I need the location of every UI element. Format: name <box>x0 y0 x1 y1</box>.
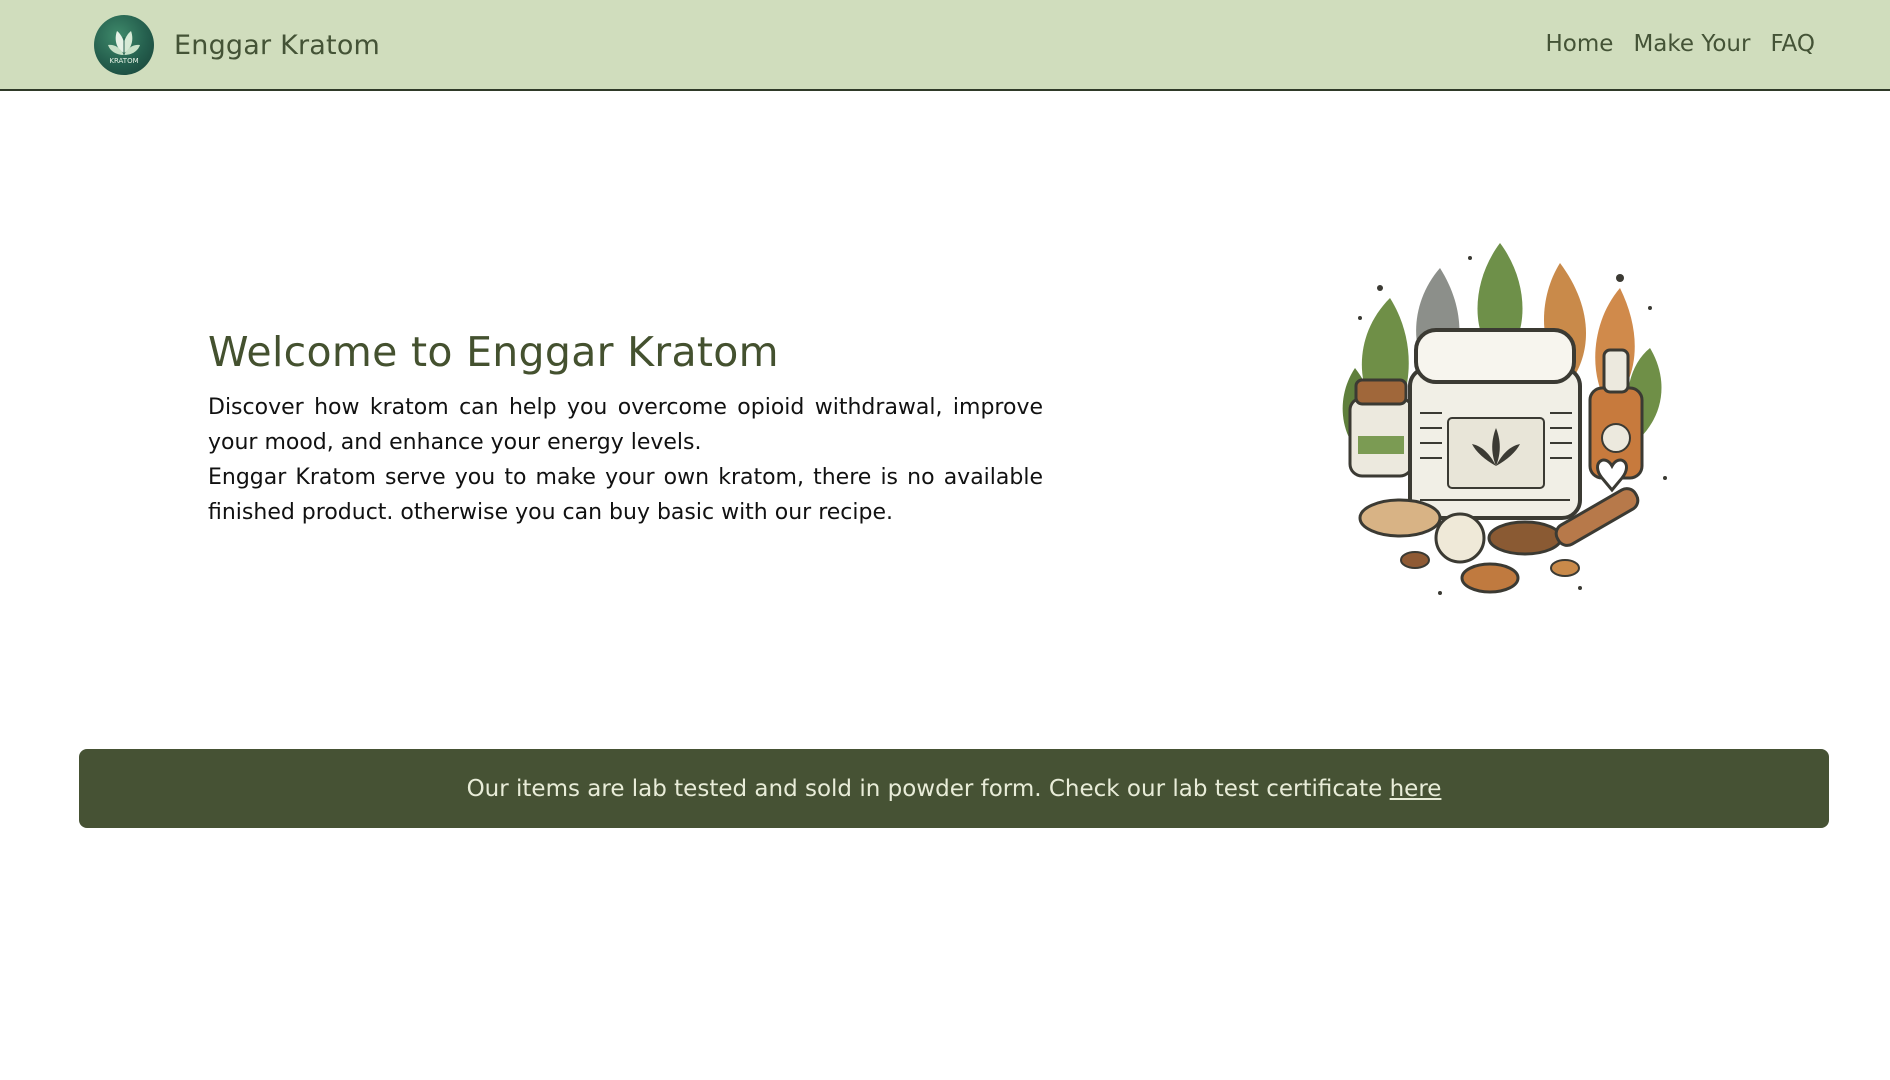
leaf-icon <box>108 31 140 55</box>
hero-paragraph-2: Enggar Kratom serve you to make your own… <box>208 465 1043 525</box>
brand[interactable]: KRATOM Enggar Kratom <box>94 15 380 75</box>
hero-title: Welcome to Enggar Kratom <box>208 328 779 376</box>
hero-section: Welcome to Enggar Kratom Discover how kr… <box>208 328 1043 530</box>
banner-message: Our items are lab tested and sold in pow… <box>466 775 1390 802</box>
nav-menu: Home Make Your FAQ <box>1526 31 1815 57</box>
lab-test-banner: Our items are lab tested and sold in pow… <box>79 749 1829 828</box>
logo[interactable]: KRATOM <box>94 15 154 75</box>
lab-certificate-link[interactable]: here <box>1390 776 1442 802</box>
banner-text: Our items are lab tested and sold in pow… <box>467 776 1442 802</box>
nav-make-your[interactable]: Make Your <box>1633 31 1750 57</box>
navbar: KRATOM Enggar Kratom Home Make Your FAQ <box>0 0 1890 91</box>
brand-name[interactable]: Enggar Kratom <box>174 30 380 61</box>
product-illustration <box>1320 238 1682 602</box>
logo-text: KRATOM <box>109 57 139 65</box>
nav-home[interactable]: Home <box>1546 31 1614 57</box>
hero-paragraph-1: Discover how kratom can help you overcom… <box>208 395 1043 455</box>
nav-faq[interactable]: FAQ <box>1770 31 1815 57</box>
